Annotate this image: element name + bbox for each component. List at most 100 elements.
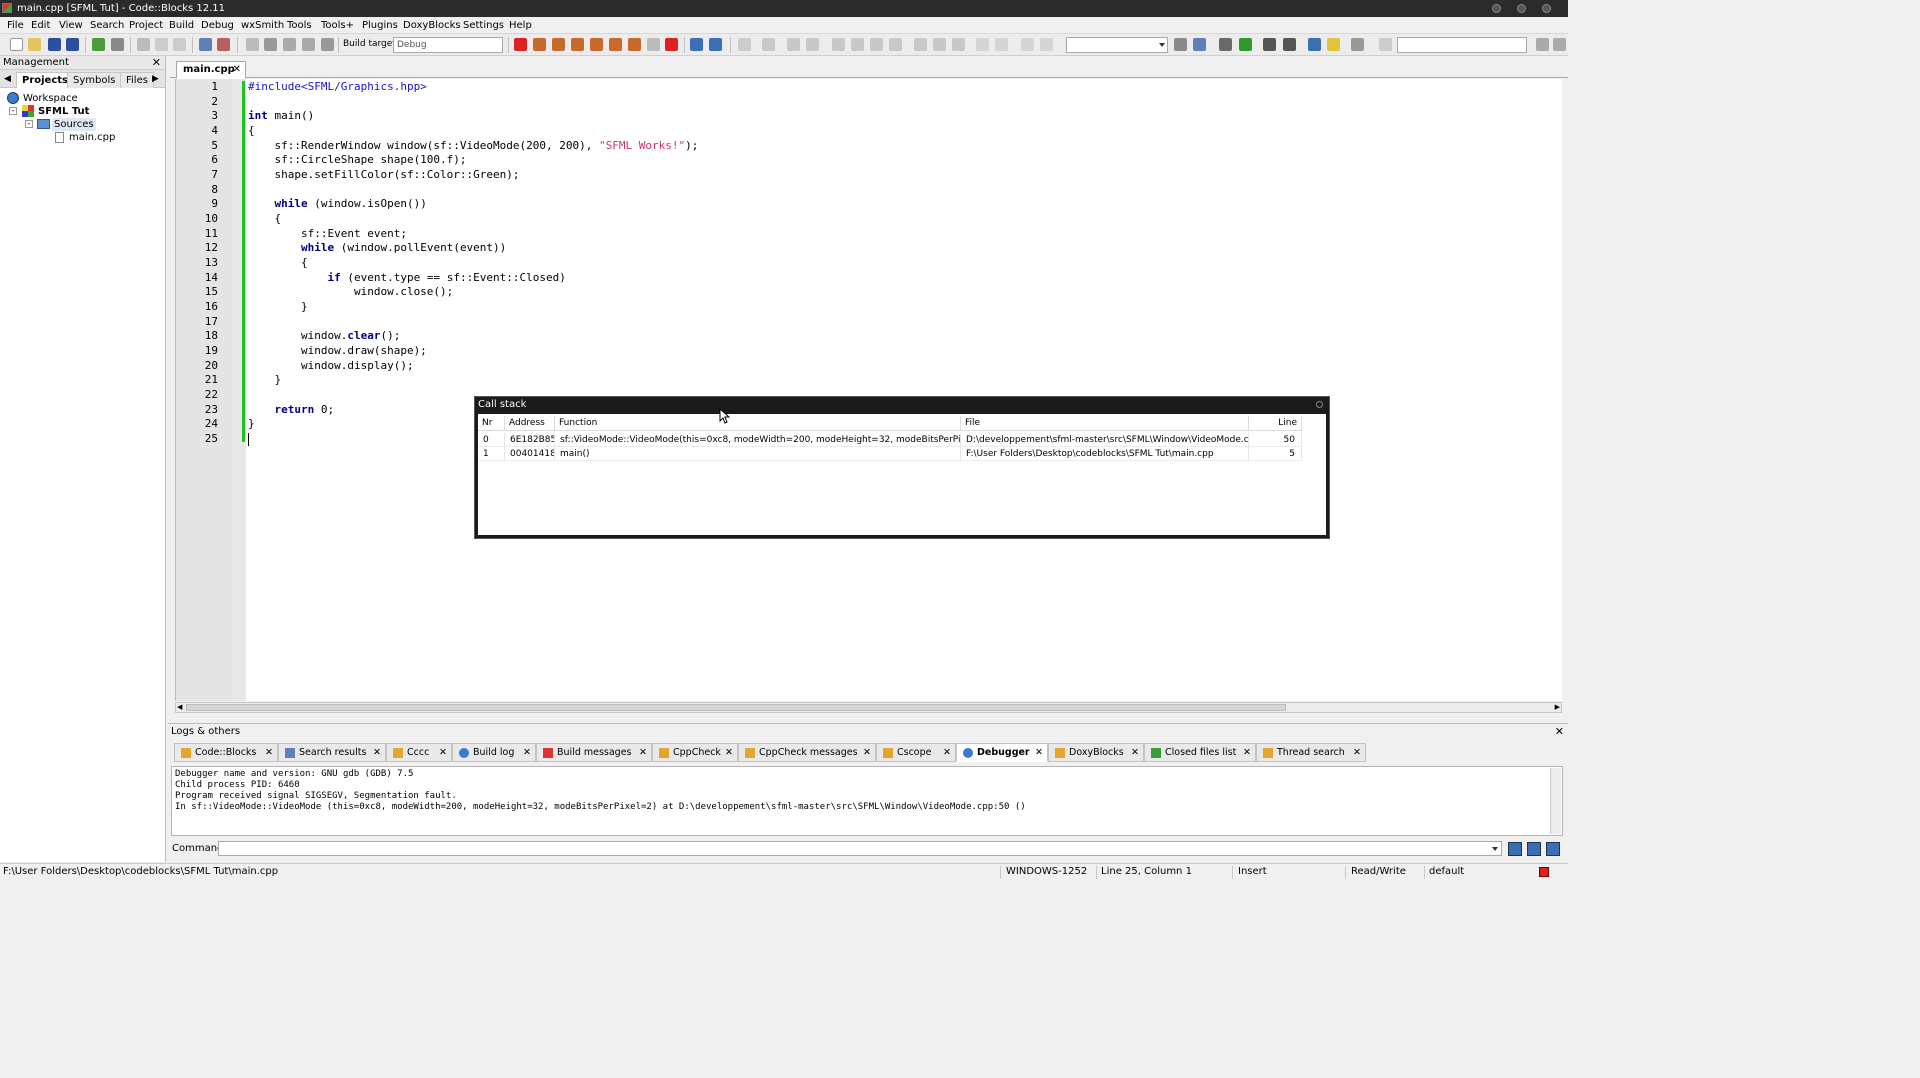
scrollbar-thumb[interactable] xyxy=(186,704,1286,711)
tab-scroll-left-icon[interactable]: ◀ xyxy=(4,74,11,84)
tab-debugger[interactable]: Debugger ✕ xyxy=(956,743,1048,762)
step-instruction-icon[interactable] xyxy=(628,38,641,51)
jump-input[interactable] xyxy=(1397,37,1527,53)
doxy-run-icon[interactable] xyxy=(787,38,800,51)
bookmark-icon[interactable] xyxy=(933,38,946,51)
menu-debug[interactable]: Debug xyxy=(199,17,236,34)
close-tab-icon[interactable]: ✕ xyxy=(1131,744,1139,762)
tab-cppcheck[interactable]: CppCheck ✕ xyxy=(652,743,738,762)
flag-icon[interactable] xyxy=(1379,38,1392,51)
save-icon[interactable] xyxy=(48,38,61,51)
html-icon[interactable] xyxy=(914,38,927,51)
menu-view[interactable]: View xyxy=(57,17,85,34)
tab-symbols[interactable]: Symbols xyxy=(67,72,122,88)
extract-comments-icon[interactable] xyxy=(870,38,883,51)
stack-icon[interactable] xyxy=(1219,38,1232,51)
break-debugger-icon[interactable] xyxy=(647,38,660,51)
menu-tools[interactable]: Tools xyxy=(285,17,314,34)
abort-icon[interactable] xyxy=(321,38,334,51)
tab-thread-search[interactable]: Thread search ✕ xyxy=(1256,743,1366,762)
comment-block-icon[interactable] xyxy=(1263,38,1276,51)
collapse-icon[interactable]: - xyxy=(9,107,17,115)
next-instruction-icon[interactable] xyxy=(571,38,584,51)
zoom-in-icon[interactable] xyxy=(976,38,989,51)
column-header-function[interactable]: Function xyxy=(555,416,961,431)
close-tab-icon[interactable]: ✕ xyxy=(233,62,241,78)
tab-closed-files-list[interactable]: Closed files list ✕ xyxy=(1144,743,1256,762)
code-search-select[interactable] xyxy=(1066,37,1168,53)
close-panel-icon[interactable]: ✕ xyxy=(1555,724,1564,739)
redo-icon[interactable] xyxy=(111,38,124,51)
refresh-icon[interactable] xyxy=(1040,38,1053,51)
next-line-icon[interactable] xyxy=(552,38,565,51)
column-header-address[interactable]: Address xyxy=(505,416,555,431)
step-out-icon[interactable] xyxy=(609,38,622,51)
chm-icon[interactable] xyxy=(889,38,902,51)
log-vertical-scrollbar[interactable] xyxy=(1550,768,1561,834)
jump-back-icon[interactable] xyxy=(1536,38,1549,51)
find-icon[interactable] xyxy=(199,38,212,51)
command-input[interactable] xyxy=(218,841,1502,856)
table-cell[interactable]: F:\User Folders\Desktop\codeblocks\SFML … xyxy=(961,447,1249,461)
table-cell[interactable]: D:\developpement\sfml-master\src\SFML\Wi… xyxy=(961,433,1249,447)
clear-log-icon[interactable] xyxy=(1546,842,1560,856)
minimize-icon[interactable] xyxy=(1492,4,1501,13)
table-cell[interactable]: sf::VideoMode::VideoMode(this=0xc8, mode… xyxy=(555,433,961,447)
close-tab-icon[interactable]: ✕ xyxy=(725,744,733,762)
close-icon[interactable] xyxy=(1316,401,1323,408)
zoom-out-icon[interactable] xyxy=(995,38,1008,51)
menu-tools-plus[interactable]: Tools+ xyxy=(319,17,356,34)
help-icon[interactable] xyxy=(1327,38,1340,51)
column-header-line[interactable]: Line xyxy=(1249,416,1302,431)
codecompletion-icon[interactable] xyxy=(738,38,751,51)
play-icon[interactable] xyxy=(1239,38,1252,51)
uncomment-icon[interactable] xyxy=(1283,38,1296,51)
menu-edit[interactable]: Edit xyxy=(29,17,52,34)
menu-wxsmith[interactable]: wxSmith xyxy=(239,17,286,34)
bookmark-next-icon[interactable] xyxy=(952,38,965,51)
open-file-icon[interactable] xyxy=(28,38,41,51)
scroll-right-icon[interactable]: ▶ xyxy=(1555,703,1560,711)
tab-cscope[interactable]: Cscope ✕ xyxy=(876,743,956,762)
table-cell[interactable]: main() xyxy=(555,447,961,461)
close-tab-icon[interactable]: ✕ xyxy=(1243,744,1251,762)
table-cell[interactable]: 00401418 xyxy=(505,447,555,461)
tree-sources-folder[interactable]: Sources xyxy=(52,118,96,131)
tree-workspace[interactable]: Workspace xyxy=(23,92,78,105)
tab-projects[interactable]: Projects xyxy=(16,72,75,88)
cut-icon[interactable] xyxy=(137,38,150,51)
column-header-file[interactable]: File xyxy=(961,416,1249,431)
table-cell[interactable]: 5 xyxy=(1249,447,1302,461)
table-cell[interactable]: 6E182B85 xyxy=(505,433,555,447)
tree-main-cpp[interactable]: main.cpp xyxy=(69,131,115,144)
step-into-icon[interactable] xyxy=(590,38,603,51)
tab-scroll-right-icon[interactable]: ▶ xyxy=(152,74,159,84)
close-tab-icon[interactable]: ✕ xyxy=(373,744,381,762)
block-comment-icon[interactable] xyxy=(832,38,845,51)
menu-project[interactable]: Project xyxy=(127,17,165,34)
tab-cccc[interactable]: Cccc ✕ xyxy=(386,743,452,762)
menu-search[interactable]: Search xyxy=(88,17,126,34)
close-tab-icon[interactable]: ✕ xyxy=(523,744,531,762)
table-cell[interactable]: 0 xyxy=(478,433,505,447)
copy-icon[interactable] xyxy=(155,38,168,51)
menu-settings[interactable]: Settings xyxy=(461,17,506,34)
close-tab-icon[interactable]: ✕ xyxy=(265,744,273,762)
close-window-icon[interactable] xyxy=(1542,4,1551,13)
tab-codeblocks-log[interactable]: Code::Blocks ✕ xyxy=(174,743,278,762)
search-options-icon[interactable] xyxy=(1174,38,1187,51)
debugger-log-text[interactable]: Debugger name and version: GNU gdb (GDB)… xyxy=(171,766,1563,836)
tab-build-log[interactable]: Build log ✕ xyxy=(452,743,536,762)
close-tab-icon[interactable]: ✕ xyxy=(1353,744,1361,762)
menu-plugins[interactable]: Plugins xyxy=(360,17,400,34)
column-header-nr[interactable]: Nr xyxy=(478,416,505,431)
stop-debugger-icon[interactable] xyxy=(665,38,678,51)
build-icon[interactable] xyxy=(246,38,259,51)
save-all-icon[interactable] xyxy=(66,38,79,51)
close-tab-icon[interactable]: ✕ xyxy=(863,744,871,762)
paste-icon[interactable] xyxy=(173,38,186,51)
load-script-icon[interactable] xyxy=(1508,842,1522,856)
close-tab-icon[interactable]: ✕ xyxy=(439,744,447,762)
replace-icon[interactable] xyxy=(217,38,230,51)
tree-project[interactable]: SFML Tut xyxy=(38,105,89,118)
